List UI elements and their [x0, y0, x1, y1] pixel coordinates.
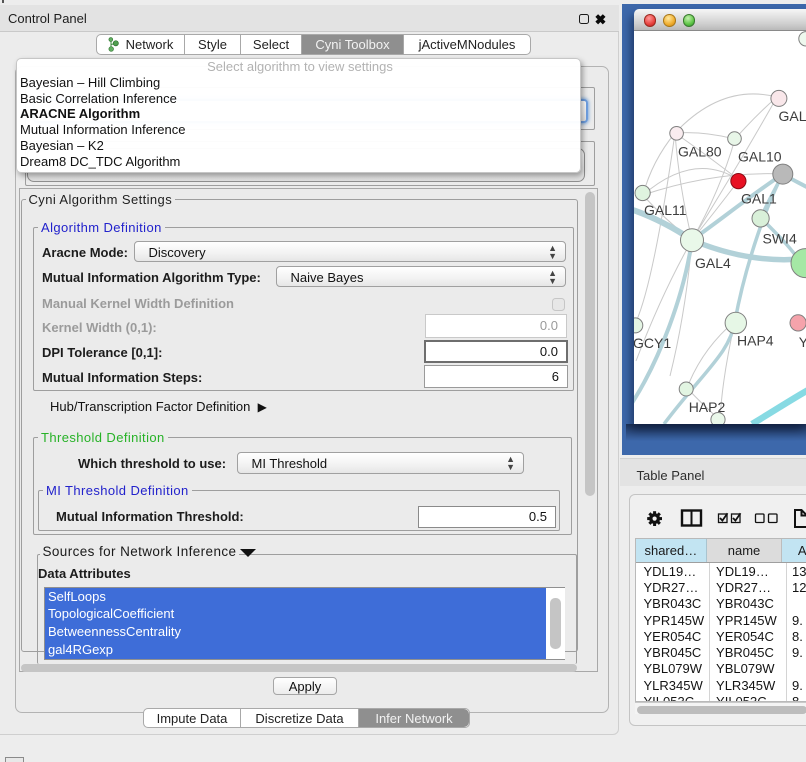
svg-text:HAP2: HAP2 — [689, 399, 726, 415]
svg-text:GCY1: GCY1 — [634, 335, 671, 351]
svg-text:Y: Y — [799, 334, 806, 350]
svg-text:SWI4: SWI4 — [763, 231, 797, 247]
svg-text:GAL1: GAL1 — [741, 191, 777, 207]
svg-text:GAL11: GAL11 — [644, 202, 687, 218]
svg-text:GAL2: GAL2 — [779, 108, 806, 124]
svg-text:GAL4: GAL4 — [695, 255, 731, 271]
svg-text:HAP4: HAP4 — [737, 333, 774, 349]
svg-text:GAL80: GAL80 — [678, 144, 722, 160]
svg-text:GAL10: GAL10 — [738, 149, 782, 165]
